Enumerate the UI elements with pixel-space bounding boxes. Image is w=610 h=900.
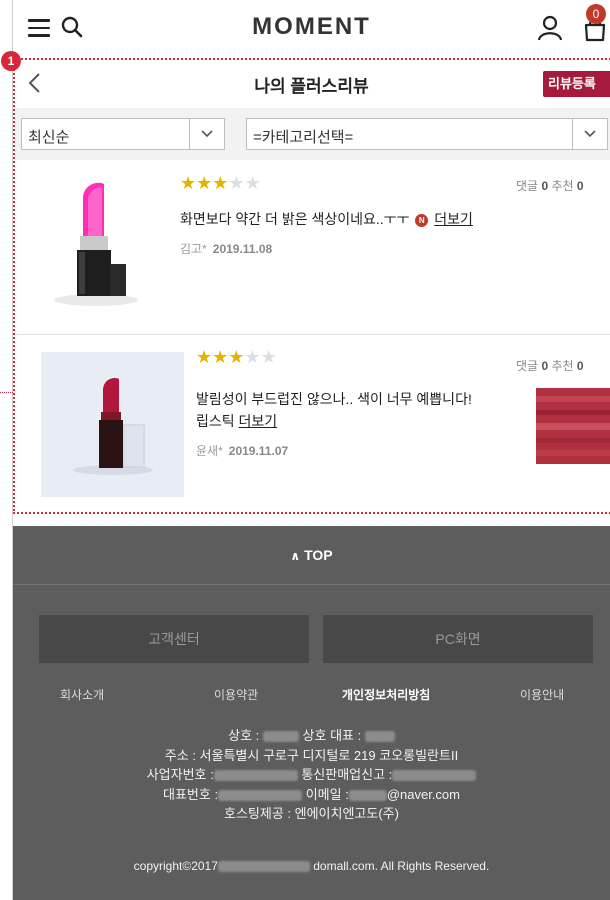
filter-bar: 최신순 =카테고리선택= xyxy=(15,108,610,160)
chevron-up-icon: ∧ xyxy=(290,549,301,563)
review-body: 화면보다 약간 더 밝은 색상이네요..ㅜㅜ xyxy=(180,211,410,227)
product-image-pink-lipstick[interactable] xyxy=(28,168,168,318)
user-icon[interactable] xyxy=(537,15,563,41)
more-link[interactable]: 더보기 xyxy=(239,413,278,429)
star-filled-icon: ★ xyxy=(196,173,213,193)
star-filled-icon: ★ xyxy=(196,347,213,367)
company-address: 주소 : 서울특별시 구로구 디지털로 219 코오롱빌란트II xyxy=(164,747,459,763)
star-empty-icon: ★ xyxy=(244,173,261,193)
footer-link-guide[interactable]: 이용안내 xyxy=(520,686,564,703)
review-text[interactable]: 화면보다 약간 더 밝은 색상이네요..ㅜㅜ N 더보기 xyxy=(180,208,600,230)
new-badge: N xyxy=(415,213,429,227)
top-label: TOP xyxy=(304,547,333,563)
review-author: 윤새* 2019.11.07 xyxy=(196,444,289,458)
star-filled-icon: ★ xyxy=(228,347,245,367)
site-logo[interactable]: MOMENT xyxy=(13,13,610,41)
phone-label: 대표번호 : xyxy=(163,786,219,802)
footer-link-terms[interactable]: 이용약관 xyxy=(214,686,258,703)
pc-view-button[interactable]: PC화면 xyxy=(323,615,593,663)
lipstick-image xyxy=(73,378,153,475)
star-empty-icon: ★ xyxy=(244,347,261,367)
star-filled-icon: ★ xyxy=(212,347,229,367)
category-select[interactable]: =카테고리선택= xyxy=(246,118,608,150)
annotation-marker: 1 xyxy=(1,51,21,71)
chevron-down-icon xyxy=(584,130,596,138)
review-body-line2: 립스틱 xyxy=(196,413,235,429)
annotation-guide-line xyxy=(0,392,13,393)
star-filled-icon: ★ xyxy=(180,173,197,193)
product-image-red-lipstick[interactable] xyxy=(41,352,184,497)
review-stats: 댓글 0 추천 0 xyxy=(516,359,584,373)
chevron-down-icon xyxy=(201,130,213,138)
footer-link-privacy[interactable]: 개인정보처리방침 xyxy=(342,686,430,703)
ceo-label: 상호 대표 : xyxy=(302,728,362,743)
biz-no-label: 사업자번호 : xyxy=(146,767,214,782)
review-body: 발림성이 부드럽진 않으나.. 색이 너무 예쁩니다! xyxy=(196,391,472,407)
star-empty-icon: ★ xyxy=(228,173,245,193)
sort-select[interactable]: 최신순 xyxy=(21,118,225,150)
review-text[interactable]: 발림성이 부드럽진 않으나.. 색이 너무 예쁩니다! 립스틱 더보기 xyxy=(196,388,526,432)
category-select-value: =카테고리선택= xyxy=(253,129,354,146)
more-link[interactable]: 더보기 xyxy=(434,211,473,227)
cart-count-badge: 0 xyxy=(586,4,606,24)
mail-order-label: 통신판매업신고 : xyxy=(301,767,393,782)
email-domain: @naver.com xyxy=(386,786,460,802)
review-author: 김고* 2019.11.08 xyxy=(180,242,273,256)
company-info: 상호 : 상호 대표 : 주소 : 서울특별시 구로구 디지털로 219 코오롱… xyxy=(13,726,610,824)
category-dropdown-toggle[interactable] xyxy=(572,119,607,149)
footer-link-company[interactable]: 회사소개 xyxy=(60,686,104,703)
email-label: 이메일 : xyxy=(305,786,349,802)
write-review-button[interactable]: 리뷰등록 xyxy=(543,71,610,97)
rating-stars: ★★★★★ xyxy=(180,173,261,194)
lipstick-image xyxy=(54,182,138,306)
site-footer: ∧ TOP 고객센터 PC화면 회사소개 이용약관 개인정보처리방침 이용안내 상… xyxy=(13,526,610,900)
customer-center-button[interactable]: 고객센터 xyxy=(39,615,309,663)
swatch-image xyxy=(536,388,610,464)
star-empty-icon: ★ xyxy=(260,347,277,367)
hosting-info: 호스팅제공 : 엔에이치엔고도(주) xyxy=(224,806,399,821)
review-photo-thumbnail[interactable] xyxy=(536,388,610,464)
top-header: MOMENT xyxy=(13,0,610,56)
star-filled-icon: ★ xyxy=(212,173,229,193)
sort-dropdown-toggle[interactable] xyxy=(189,119,224,149)
rating-stars: ★★★★★ xyxy=(196,347,277,368)
copyright: copyright©2017 domall.com. All Rights Re… xyxy=(133,859,490,873)
review-stats: 댓글 0 추천 0 xyxy=(516,179,584,193)
scroll-top-button[interactable]: ∧ TOP xyxy=(13,526,610,585)
company-name-label: 상호 : xyxy=(228,728,260,743)
page-title: 나의 플러스리뷰 xyxy=(254,77,369,96)
sort-select-value: 최신순 xyxy=(28,129,70,146)
